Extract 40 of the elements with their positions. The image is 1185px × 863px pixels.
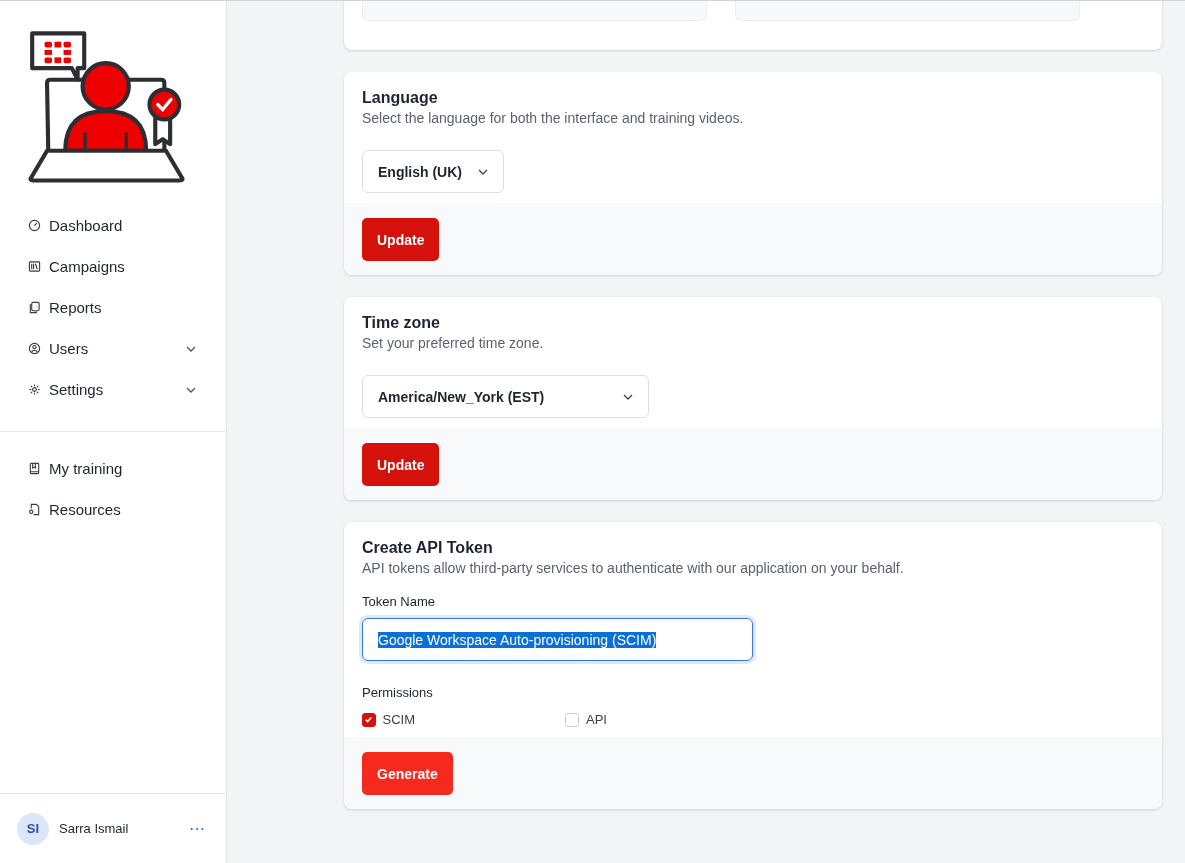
submit-button[interactable]: Generate <box>362 752 453 795</box>
nav-item[interactable]: My training <box>28 448 226 489</box>
field-label: Permissions <box>362 685 434 700</box>
card-description: Select the language for both the interface and training videos. <box>362 110 745 126</box>
book-icon <box>28 462 41 475</box>
chevron-icon <box>623 393 633 400</box>
nav-item[interactable]: Dashboard <box>28 205 226 246</box>
file-icon <box>28 503 41 516</box>
card-description: Set your preferred time zone. <box>362 335 545 351</box>
checkbox[interactable] <box>362 712 376 727</box>
gauge-icon <box>28 219 41 232</box>
dropdown[interactable]: English (UK) <box>362 150 504 193</box>
chevron-icon <box>186 345 196 352</box>
nav-item[interactable]: Reports <box>28 287 226 328</box>
card-description: API tokens allow third-party services to authenticate with our application on your behalf. <box>362 560 905 576</box>
avatar: SI <box>17 812 49 845</box>
user-icon <box>28 342 41 355</box>
check-icon <box>364 715 374 724</box>
library-icon <box>28 260 41 273</box>
nav-item[interactable]: Users <box>28 328 226 369</box>
nav-item[interactable]: Campaigns <box>28 246 226 287</box>
field-label: Token Name <box>362 594 436 609</box>
input-field[interactable] <box>362 1 707 21</box>
submit-button[interactable]: Update <box>362 218 440 261</box>
user-name: Sarra Ismail <box>59 821 130 836</box>
chevron-icon <box>186 386 196 393</box>
checkbox-label: SCIM <box>382 712 415 727</box>
input-field[interactable] <box>735 1 1080 21</box>
card-title: Language <box>362 89 439 107</box>
nav-item[interactable]: Settings <box>28 369 226 410</box>
dropdown[interactable]: America/New_York (EST) <box>362 375 649 418</box>
submit-button[interactable]: Update <box>362 443 440 486</box>
card-title: Time zone <box>362 314 441 332</box>
copy-icon <box>28 301 41 314</box>
checkbox-label: API <box>586 712 607 727</box>
input-field[interactable]: Google Workspace Auto-provisioning (SCIM) <box>362 618 753 661</box>
nav-item[interactable]: Resources <box>28 489 226 530</box>
chevron-icon <box>478 168 488 175</box>
more-button[interactable]: ⋯ <box>187 819 208 838</box>
card-title: Create API Token <box>362 539 494 557</box>
